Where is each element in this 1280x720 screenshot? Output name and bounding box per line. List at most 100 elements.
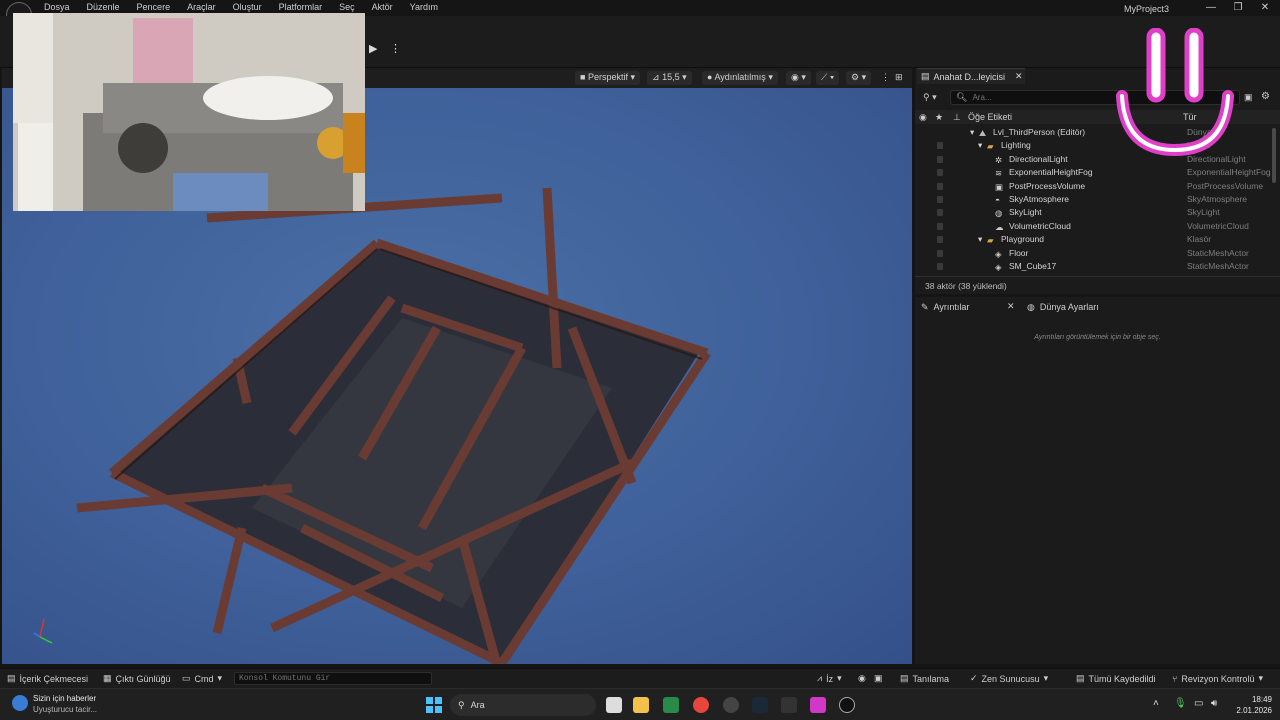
clock[interactable]: 18:49 2.01.2026 bbox=[1228, 694, 1272, 716]
skylight-icon: ◍ bbox=[995, 208, 1003, 219]
outliner-scrollbar[interactable] bbox=[1272, 128, 1276, 183]
trace-button[interactable]: ⩘ İz ▾ bbox=[817, 673, 842, 684]
row-label: SkyLight bbox=[1009, 207, 1042, 218]
visibility-toggle-icon[interactable] bbox=[937, 142, 943, 150]
play-icon[interactable]: ▶ bbox=[369, 42, 377, 55]
menu-actor[interactable]: Aktör bbox=[372, 2, 393, 12]
perspective-button[interactable]: ■ Perspektif ▾ bbox=[575, 71, 641, 85]
drawer-icon: ▤ bbox=[7, 673, 16, 683]
output-log-label: Çıktı Günlüğü bbox=[115, 673, 171, 684]
tree-row-sky-atmosphere[interactable]: ◓ SkyAtmosphere SkyAtmosphere bbox=[915, 193, 1280, 206]
lighting-button[interactable]: ● Aydınlatılmış ▾ bbox=[702, 71, 778, 85]
menu-window[interactable]: Pencere bbox=[137, 2, 171, 12]
expand-arrow-icon[interactable]: ▾ bbox=[970, 127, 974, 138]
output-log-button[interactable]: ▦ Çıktı Günlüğü bbox=[103, 673, 171, 684]
menu-select[interactable]: Seç bbox=[339, 2, 355, 12]
layout-icon[interactable]: ⊞ bbox=[890, 71, 908, 85]
tree-row-fog[interactable]: ≋ ExponentialHeightFog ExponentialHeight… bbox=[915, 166, 1280, 179]
restore-button[interactable]: ❐ bbox=[1231, 2, 1245, 13]
show-button[interactable]: ◉ ▾ bbox=[786, 71, 811, 85]
pin-icon[interactable]: ⊥ bbox=[953, 112, 961, 123]
tree-row-skylight[interactable]: ◍ SkyLight SkyLight bbox=[915, 206, 1280, 219]
windows-start-icon[interactable] bbox=[426, 697, 442, 713]
tree-row-postprocess[interactable]: ▣ PostProcessVolume PostProcessVolume bbox=[915, 180, 1280, 193]
news-title: Sizin için haberler bbox=[33, 694, 97, 703]
visibility-toggle-icon[interactable] bbox=[937, 195, 943, 203]
menu-help[interactable]: Yardım bbox=[410, 2, 438, 12]
realtime-button[interactable]: ⟋ ▾ bbox=[816, 71, 840, 85]
diagnostics-button[interactable]: ▤ Tanılama bbox=[900, 673, 949, 684]
volume-icon[interactable]: 🔊︎ bbox=[1211, 698, 1217, 709]
steam-icon[interactable] bbox=[752, 697, 768, 713]
label-column-header[interactable]: Öğe Etiketi bbox=[968, 112, 1012, 122]
project-title: MyProject3 bbox=[1124, 4, 1170, 14]
unreal-engine-icon[interactable] bbox=[839, 697, 855, 713]
visibility-toggle-icon[interactable] bbox=[937, 249, 943, 257]
add-folder-icon[interactable]: ▣ bbox=[1244, 92, 1253, 103]
row-type: VolumetricCloud bbox=[1187, 220, 1249, 231]
world-settings-tab[interactable]: ◍ Dünya Ayarları bbox=[1027, 299, 1099, 315]
row-label: Floor bbox=[1009, 247, 1029, 258]
diagnostics-icon: ▤ bbox=[900, 673, 909, 683]
filter-icon[interactable]: ⚲ ▾ bbox=[923, 92, 937, 103]
close-tab-icon[interactable]: ✕ bbox=[1007, 301, 1015, 312]
tree-row-volumetric-cloud[interactable]: ☁ VolumetricCloud VolumetricCloud bbox=[915, 220, 1280, 233]
cmd-label: Cmd bbox=[194, 673, 214, 684]
tray-overflow-icon[interactable]: ˄ bbox=[1153, 698, 1159, 709]
visibility-toggle-icon[interactable] bbox=[937, 182, 943, 190]
revision-control-button[interactable]: ⑂ Revizyon Kontrolü ▾ bbox=[1172, 673, 1263, 684]
network-icon[interactable]: ▭ bbox=[1194, 698, 1203, 709]
menu-build[interactable]: Oluştur bbox=[233, 2, 262, 12]
chrome-icon[interactable] bbox=[693, 697, 709, 713]
menu-platforms[interactable]: Platformlar bbox=[279, 2, 323, 12]
save-icon: ▤ bbox=[1076, 673, 1085, 683]
cmd-dropdown[interactable]: ▭ Cmd ▾ bbox=[182, 673, 222, 684]
obs-icon[interactable] bbox=[723, 697, 739, 713]
zen-server-button[interactable]: ✓ Zen Sunucusu ▾ bbox=[970, 673, 1048, 684]
star-icon[interactable]: ★ bbox=[935, 112, 943, 123]
visibility-toggle-icon[interactable] bbox=[937, 222, 943, 230]
content-drawer-button[interactable]: ▤ İçerik Çekmecesi bbox=[7, 673, 88, 684]
expand-arrow-icon[interactable]: ▾ bbox=[978, 140, 982, 151]
sun-icon: ✲ bbox=[995, 154, 1003, 165]
close-button[interactable]: ✕ bbox=[1258, 2, 1272, 13]
settings-button[interactable]: ⚙ ▾ bbox=[846, 71, 872, 85]
close-tab-icon[interactable]: ✕ bbox=[1015, 71, 1023, 82]
settings-gear-icon[interactable]: ⚙ bbox=[1261, 91, 1270, 102]
row-label: ExponentialHeightFog bbox=[1009, 167, 1093, 178]
clock-date: 2.01.2026 bbox=[1236, 706, 1272, 715]
epic-games-icon[interactable] bbox=[781, 697, 797, 713]
details-tab[interactable]: ✎ Ayrıntılar bbox=[921, 299, 969, 315]
tiktok-icon[interactable] bbox=[810, 697, 826, 713]
webcam-video bbox=[13, 13, 365, 211]
expand-arrow-icon[interactable]: ▾ bbox=[978, 234, 982, 245]
outliner-search-input[interactable] bbox=[972, 93, 1123, 102]
tree-row-floor[interactable]: ◈ Floor StaticMeshActor bbox=[915, 247, 1280, 260]
visibility-toggle-icon[interactable] bbox=[937, 209, 943, 217]
store-icon[interactable] bbox=[663, 697, 679, 713]
outliner-tab[interactable]: ▤ Anahat D...leyicisi ✕ bbox=[917, 68, 1025, 84]
visibility-toggle-icon[interactable] bbox=[937, 169, 943, 177]
console-command-input[interactable] bbox=[234, 672, 432, 685]
menu-tools[interactable]: Araçlar bbox=[187, 2, 216, 12]
file-explorer-icon[interactable] bbox=[633, 697, 649, 713]
visibility-toggle-icon[interactable] bbox=[937, 155, 943, 163]
fov-button[interactable]: ⊿ 15,5 ▾ bbox=[647, 71, 692, 85]
tree-row-sm-cube17[interactable]: ◈ SM_Cube17 StaticMeshActor bbox=[915, 260, 1280, 273]
visibility-toggle-icon[interactable] bbox=[937, 236, 943, 244]
save-all-button[interactable]: ▤ Tümü Kaydedildi bbox=[1076, 673, 1156, 684]
menu-file[interactable]: Dosya bbox=[44, 2, 70, 12]
minimize-button[interactable]: — bbox=[1204, 2, 1218, 13]
menu-edit[interactable]: Düzenle bbox=[87, 2, 120, 12]
camera-record-icon[interactable]: ▣ bbox=[874, 673, 883, 684]
taskbar-search[interactable]: ⚲ Ara bbox=[450, 694, 596, 716]
microphone-icon[interactable]: 🎙︎ bbox=[1174, 698, 1187, 709]
task-view-icon[interactable] bbox=[606, 697, 622, 713]
visibility-toggle-icon[interactable] bbox=[937, 262, 943, 270]
visibility-icon[interactable]: ◉ bbox=[919, 112, 927, 123]
tree-row-playground[interactable]: ▾ ▰ Playground Klasör bbox=[915, 233, 1280, 246]
more-options-icon[interactable]: ⋮ bbox=[390, 42, 401, 55]
outliner-tab-icon: ▤ bbox=[921, 71, 930, 81]
record-icon[interactable]: ◉ bbox=[858, 673, 866, 684]
smiley-overlay-icon bbox=[1116, 28, 1234, 157]
